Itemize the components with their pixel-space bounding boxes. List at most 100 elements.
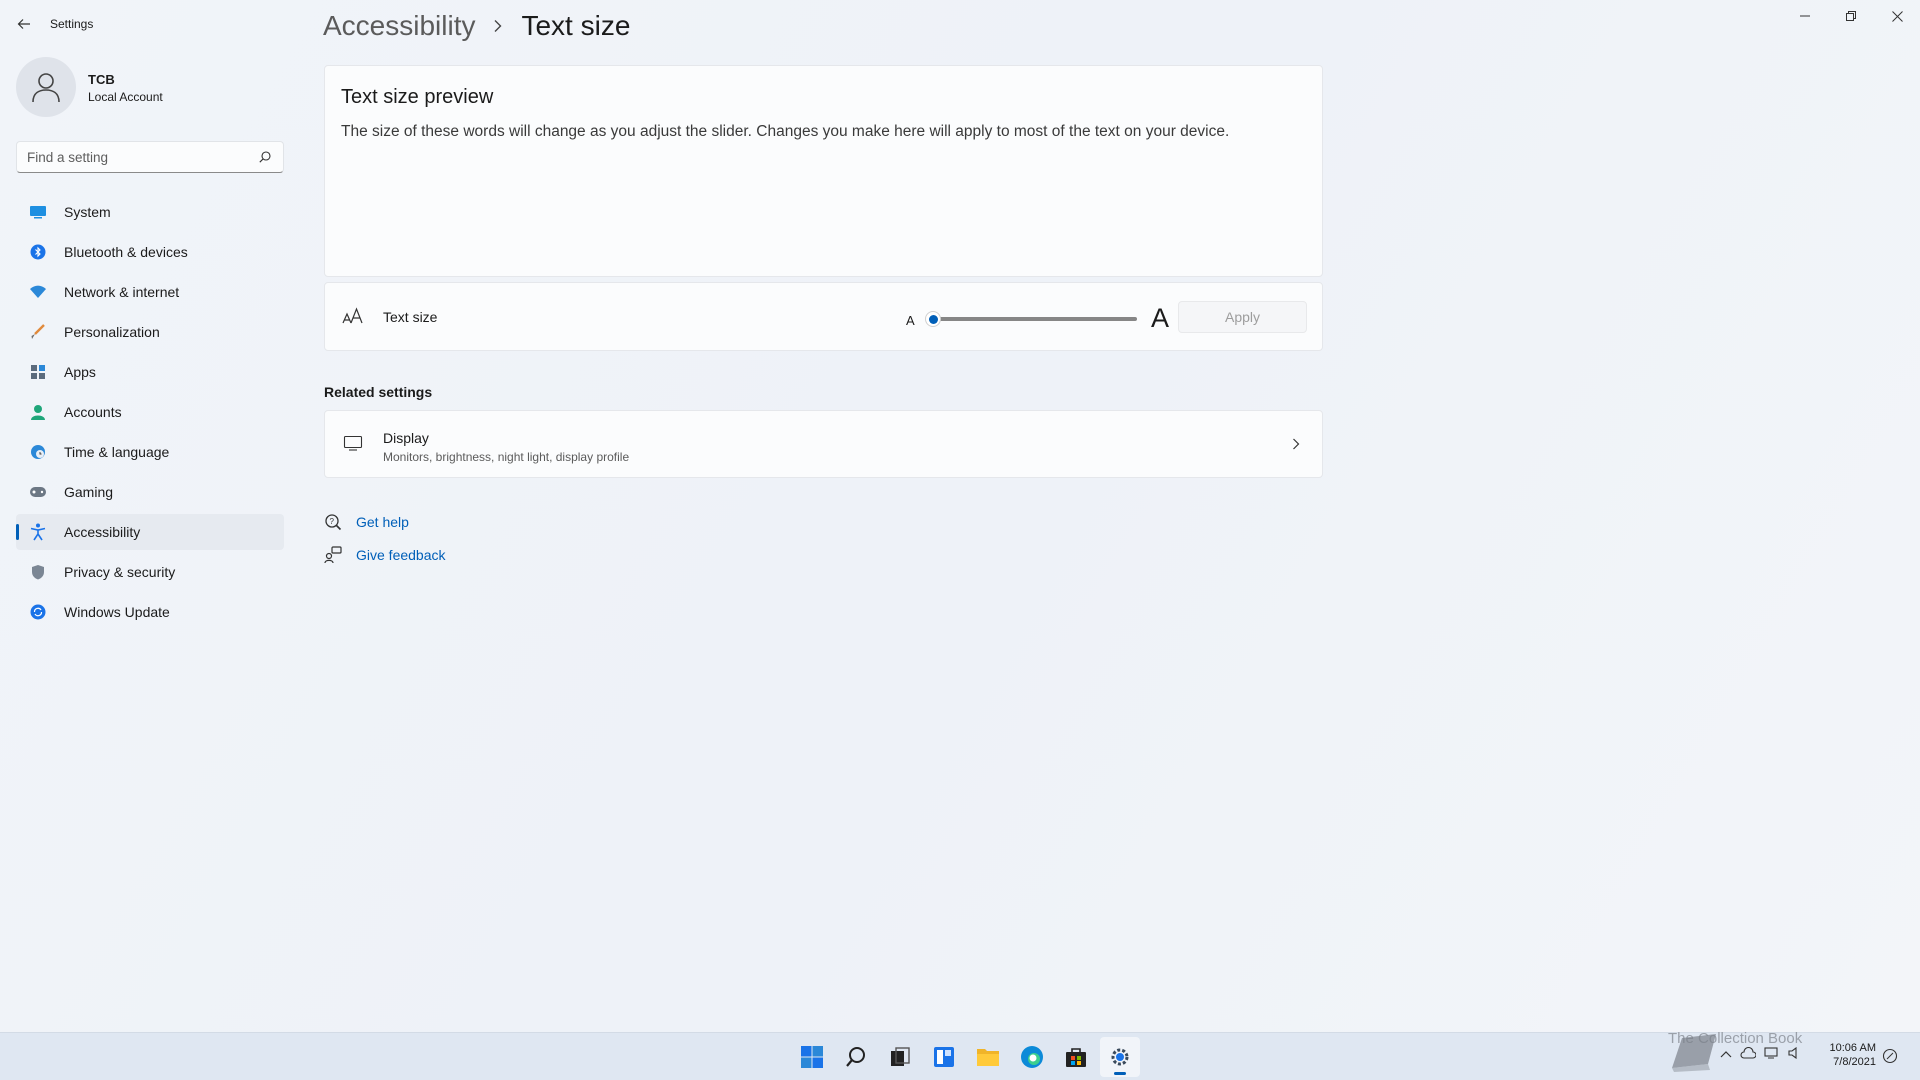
cloud-icon[interactable] [1740, 1046, 1757, 1064]
sidebar-item-privacy[interactable]: Privacy & security [16, 554, 284, 590]
settings-icon[interactable] [1100, 1037, 1140, 1077]
taskbar-clock[interactable]: 10:06 AM 7/8/2021 [1820, 1041, 1876, 1069]
restore-icon [1846, 11, 1856, 21]
taskbar-apps [792, 1037, 1144, 1077]
sidebar-item-label: Gaming [64, 484, 114, 500]
avatar[interactable] [16, 57, 76, 117]
edge-icon[interactable] [1012, 1037, 1052, 1077]
minimize-icon [1800, 15, 1810, 17]
give-feedback-link[interactable]: Give feedback [323, 545, 446, 565]
slider-min-label: A [906, 313, 915, 328]
window-controls [1782, 0, 1920, 32]
sidebar-item-network[interactable]: Network & internet [16, 274, 284, 310]
sidebar-item-label: Personalization [64, 324, 160, 340]
related-settings-heading: Related settings [324, 384, 433, 400]
sidebar-item-bluetooth[interactable]: Bluetooth & devices [16, 234, 284, 270]
display-title: Display [383, 430, 429, 446]
shield-icon [28, 562, 48, 582]
clock-date: 7/8/2021 [1833, 1056, 1876, 1068]
feedback-icon [323, 545, 343, 565]
preview-text: The size of these words will change as y… [341, 123, 1230, 140]
sidebar-item-label: System [64, 204, 111, 220]
bluetooth-icon [28, 242, 48, 262]
search-icon[interactable] [836, 1037, 876, 1077]
search-input[interactable] [27, 149, 257, 165]
search-icon[interactable] [257, 149, 273, 165]
app-title: Settings [50, 17, 94, 31]
sidebar-item-label: Windows Update [64, 604, 170, 620]
clock-time: 10:06 AM [1829, 1042, 1876, 1054]
file-explorer-icon[interactable] [968, 1037, 1008, 1077]
display-subtitle: Monitors, brightness, night light, displ… [383, 450, 630, 464]
monitor-icon [343, 435, 363, 456]
minimize-button[interactable] [1782, 0, 1828, 32]
preview-title: Text size preview [341, 86, 494, 108]
settings-window: Settings TCB Local Account System [0, 0, 1920, 1032]
chevron-up-icon[interactable] [1720, 1046, 1732, 1064]
globe-clock-icon [28, 442, 48, 462]
breadcrumb: Accessibility Text size [323, 10, 630, 42]
give-feedback-label: Give feedback [356, 547, 446, 563]
search-box[interactable] [16, 141, 284, 173]
text-size-preview-card: Text size preview The size of these word… [324, 65, 1323, 277]
text-size-label: Text size [383, 309, 438, 325]
text-size-icon [342, 307, 364, 330]
sidebar-nav: System Bluetooth & devices Network & int… [16, 194, 284, 634]
notification-icon[interactable] [1882, 1048, 1898, 1069]
widgets-icon[interactable] [924, 1037, 964, 1077]
sidebar-item-accessibility[interactable]: Accessibility [16, 514, 284, 550]
task-view-icon[interactable] [880, 1037, 920, 1077]
slider-thumb[interactable] [925, 311, 941, 327]
sidebar-item-system[interactable]: System [16, 194, 284, 230]
back-arrow-icon [17, 19, 30, 29]
sidebar-item-label: Network & internet [64, 284, 180, 300]
wifi-icon [28, 282, 48, 302]
apply-button[interactable]: Apply [1178, 301, 1307, 333]
book-logo-icon [1668, 1032, 1720, 1077]
get-help-label: Get help [356, 514, 409, 530]
help-icon: ? [323, 512, 343, 532]
slider-max-label: A [1151, 303, 1170, 333]
chevron-right-icon [1292, 437, 1300, 455]
accessibility-icon [28, 522, 48, 542]
sidebar-item-apps[interactable]: Apps [16, 354, 284, 390]
account-type: Local Account [88, 90, 163, 104]
controller-icon [28, 482, 48, 502]
taskbar: The Collection Book [0, 1030, 1920, 1080]
sidebar-item-label: Apps [64, 364, 96, 380]
user-icon [32, 73, 60, 103]
sidebar-item-label: Time & language [64, 444, 170, 460]
slider-track [933, 317, 1137, 321]
sidebar-item-label: Bluetooth & devices [64, 244, 188, 260]
sidebar-item-label: Accounts [64, 404, 122, 420]
close-button[interactable] [1874, 0, 1920, 32]
sidebar-item-label: Accessibility [64, 524, 141, 540]
chevron-right-icon [493, 19, 503, 33]
sidebar-item-gaming[interactable]: Gaming [16, 474, 284, 510]
network-icon[interactable] [1764, 1046, 1780, 1064]
account-name: TCB [88, 72, 115, 87]
sidebar-item-windows-update[interactable]: Windows Update [16, 594, 284, 630]
apps-icon [28, 362, 48, 382]
update-icon [28, 602, 48, 622]
text-size-slider[interactable] [925, 309, 1145, 329]
sidebar-item-personalization[interactable]: Personalization [16, 314, 284, 350]
system-tray [1672, 1034, 1802, 1072]
start-icon[interactable] [792, 1037, 832, 1077]
sidebar-item-time-language[interactable]: Time & language [16, 434, 284, 470]
restore-button[interactable] [1828, 0, 1874, 32]
svg-text:?: ? [330, 517, 335, 526]
text-size-card: Text size A A Apply [324, 282, 1323, 351]
get-help-link[interactable]: ? Get help [323, 512, 409, 532]
volume-icon[interactable] [1788, 1046, 1802, 1064]
sidebar-item-label: Privacy & security [64, 564, 176, 580]
accounts-icon [28, 402, 48, 422]
brush-icon [28, 322, 48, 342]
sidebar-item-accounts[interactable]: Accounts [16, 394, 284, 430]
back-button[interactable] [12, 12, 36, 36]
title-bar: Settings [0, 0, 1920, 48]
store-icon[interactable] [1056, 1037, 1096, 1077]
display-settings-link[interactable]: Display Monitors, brightness, night ligh… [324, 410, 1323, 478]
close-icon [1891, 10, 1903, 22]
breadcrumb-parent-link[interactable]: Accessibility [323, 10, 475, 42]
